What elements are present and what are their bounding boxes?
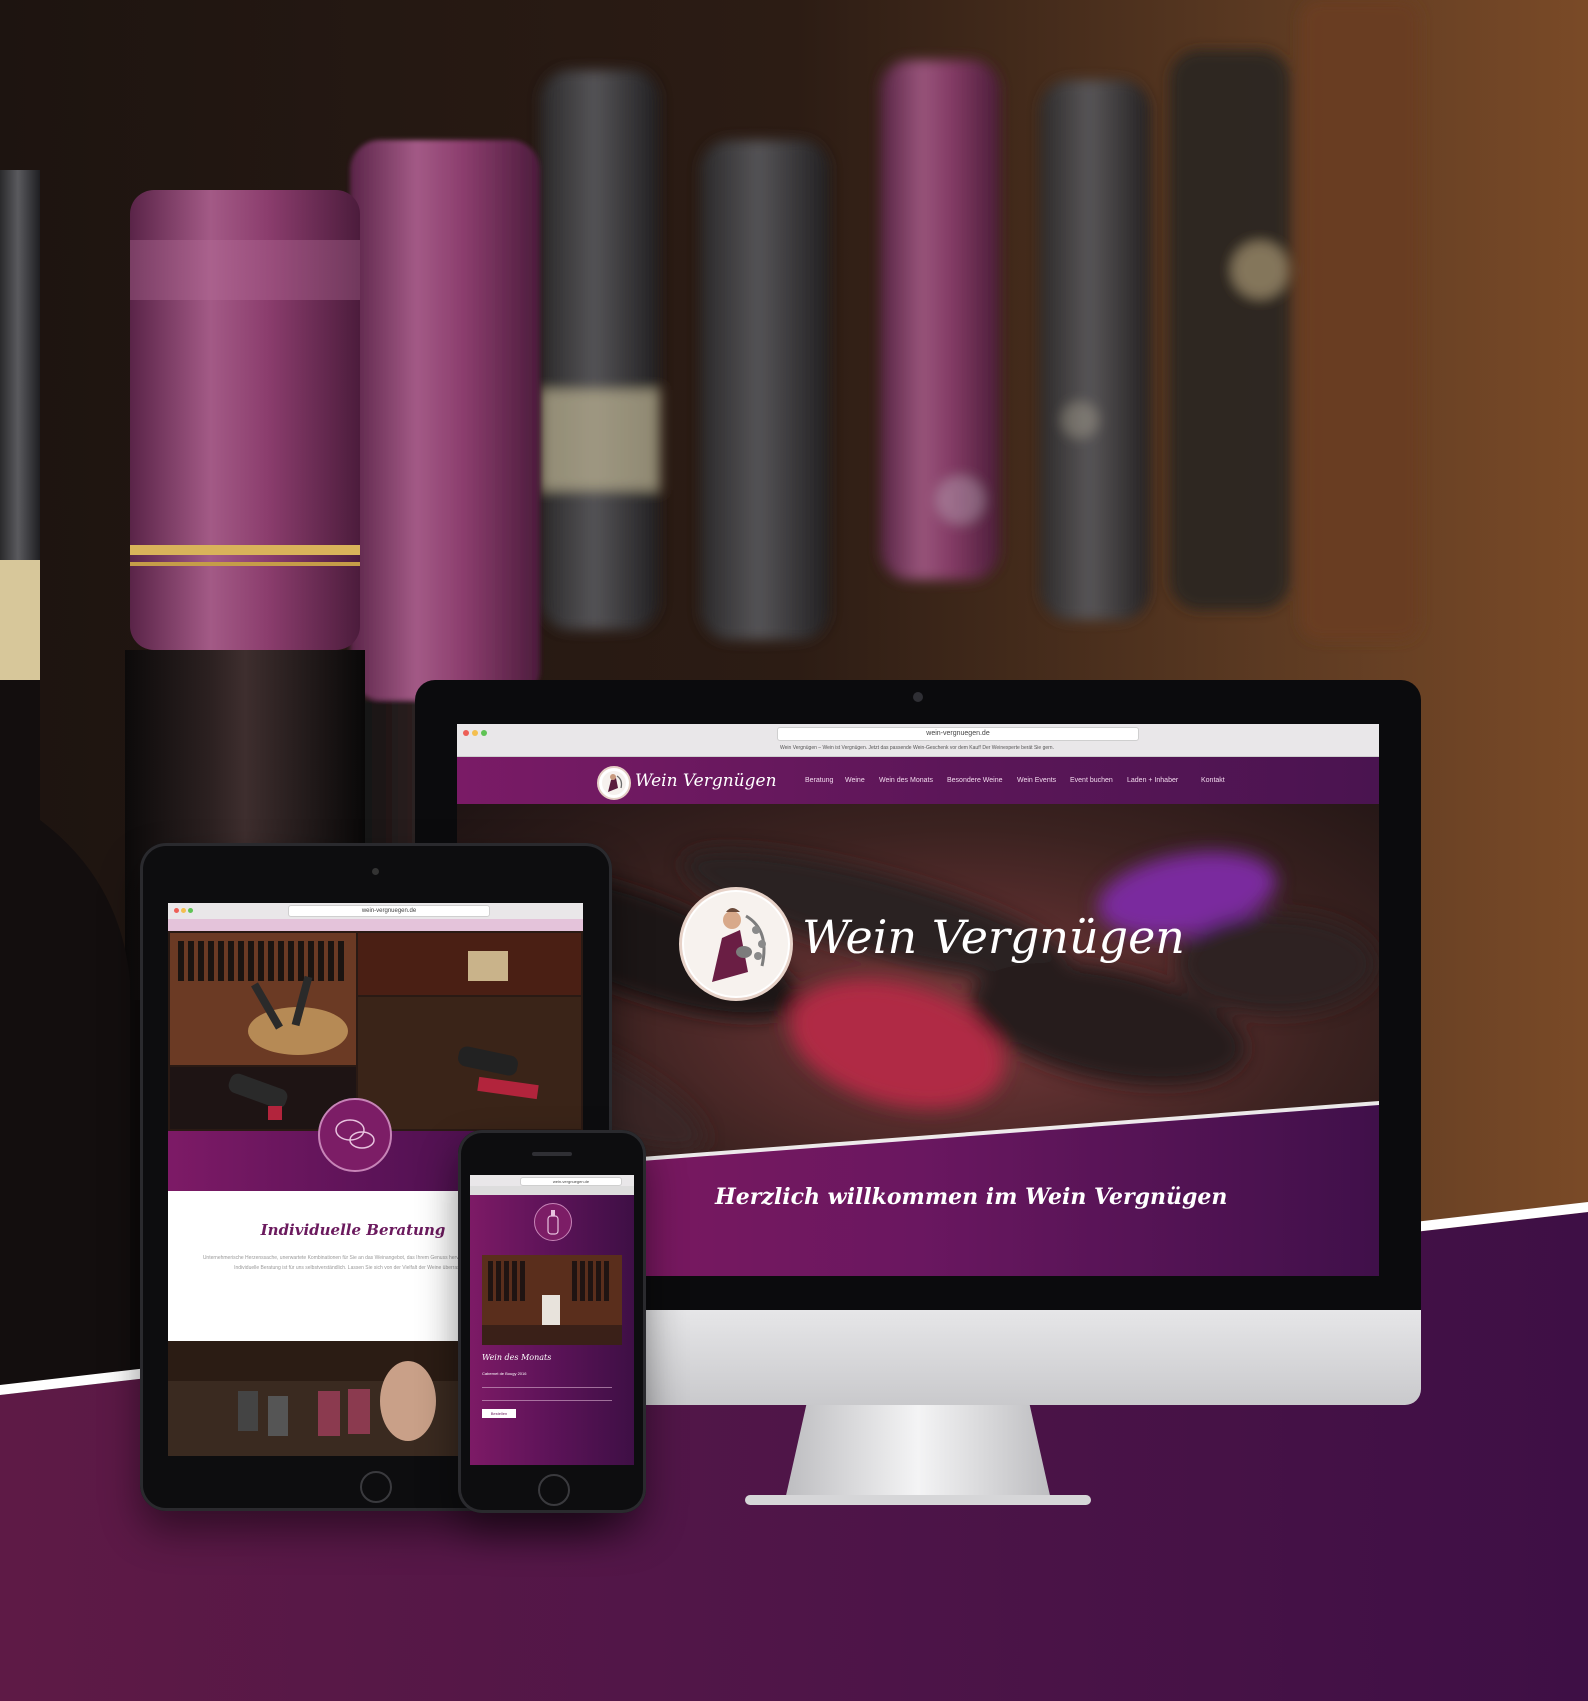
nav-logo-text[interactable]: Wein Vergnügen <box>635 771 777 791</box>
nav-item-event-buchen[interactable]: Event buchen <box>1070 777 1113 784</box>
nav-item-wein-des-monats[interactable]: Wein des Monats <box>879 777 933 784</box>
nav-item-weine[interactable]: Weine <box>845 777 865 784</box>
phone-notice-bar <box>470 1186 634 1195</box>
tablet-close-dot[interactable] <box>174 908 179 913</box>
wine-bottle-icon <box>534 1203 572 1241</box>
tablet-address-bar[interactable]: wein-vergnuegen.de <box>288 905 490 917</box>
chat-bubbles-icon <box>318 1098 392 1172</box>
nav-item-beratung[interactable]: Beratung <box>805 777 833 784</box>
nav-item-laden-inhaber[interactable]: Laden + Inhaber <box>1127 777 1178 784</box>
tablet-browser-toolbar: wein-vergnuegen.de <box>168 903 583 932</box>
desktop-browser-toolbar: wein-vergnuegen.de Wein Vergnügen – Wein… <box>457 724 1379 757</box>
minimize-window-dot[interactable] <box>472 730 478 736</box>
phone-home-button[interactable] <box>538 1474 570 1506</box>
phone-order-button[interactable]: Bestellen <box>482 1409 516 1418</box>
tablet-home-button[interactable] <box>360 1471 392 1503</box>
desktop-notice-bar: Wein Vergnügen – Wein ist Vergnügen. Jet… <box>780 745 1054 751</box>
monitor-stand <box>785 1405 1051 1500</box>
desktop-address-bar[interactable]: wein-vergnuegen.de <box>777 727 1139 741</box>
nav-logo-icon[interactable] <box>597 766 631 800</box>
nav-item-kontakt[interactable]: Kontakt <box>1201 777 1225 784</box>
desktop-site-nav: Wein Vergnügen Beratung Weine Wein des M… <box>457 757 1379 805</box>
monitor-stand-base <box>745 1495 1091 1505</box>
hero-logo-text: Wein Vergnügen <box>802 910 1185 964</box>
hero-logo-icon <box>679 887 793 1001</box>
phone-device: wein-vergnuegen.de Wein des Monats Caber… <box>458 1130 646 1513</box>
phone-text-lines <box>482 1387 612 1401</box>
phone-address-bar[interactable]: wein-vergnuegen.de <box>520 1177 622 1186</box>
nav-item-wein-events[interactable]: Wein Events <box>1017 777 1056 784</box>
phone-speaker <box>532 1152 572 1156</box>
phone-screen: wein-vergnuegen.de Wein des Monats Caber… <box>470 1175 634 1465</box>
camera-dot <box>913 692 923 702</box>
maximize-window-dot[interactable] <box>481 730 487 736</box>
nav-item-besondere-weine[interactable]: Besondere Weine <box>947 777 1003 784</box>
tablet-camera <box>372 868 379 875</box>
hero-welcome-heading: Herzlich willkommen im Wein Vergnügen <box>715 1184 1228 1210</box>
close-window-dot[interactable] <box>463 730 469 736</box>
tablet-minimize-dot[interactable] <box>181 908 186 913</box>
phone-shop-photo <box>482 1255 622 1345</box>
tablet-notice-bar <box>168 919 583 931</box>
phone-content: Wein des Monats Cabernet de Bougy 2016 B… <box>470 1195 634 1465</box>
phone-browser-toolbar: wein-vergnuegen.de <box>470 1175 634 1196</box>
phone-section-title: Wein des Monats <box>482 1353 552 1362</box>
phone-section-subtitle: Cabernet de Bougy 2016 <box>482 1371 527 1376</box>
tablet-maximize-dot[interactable] <box>188 908 193 913</box>
